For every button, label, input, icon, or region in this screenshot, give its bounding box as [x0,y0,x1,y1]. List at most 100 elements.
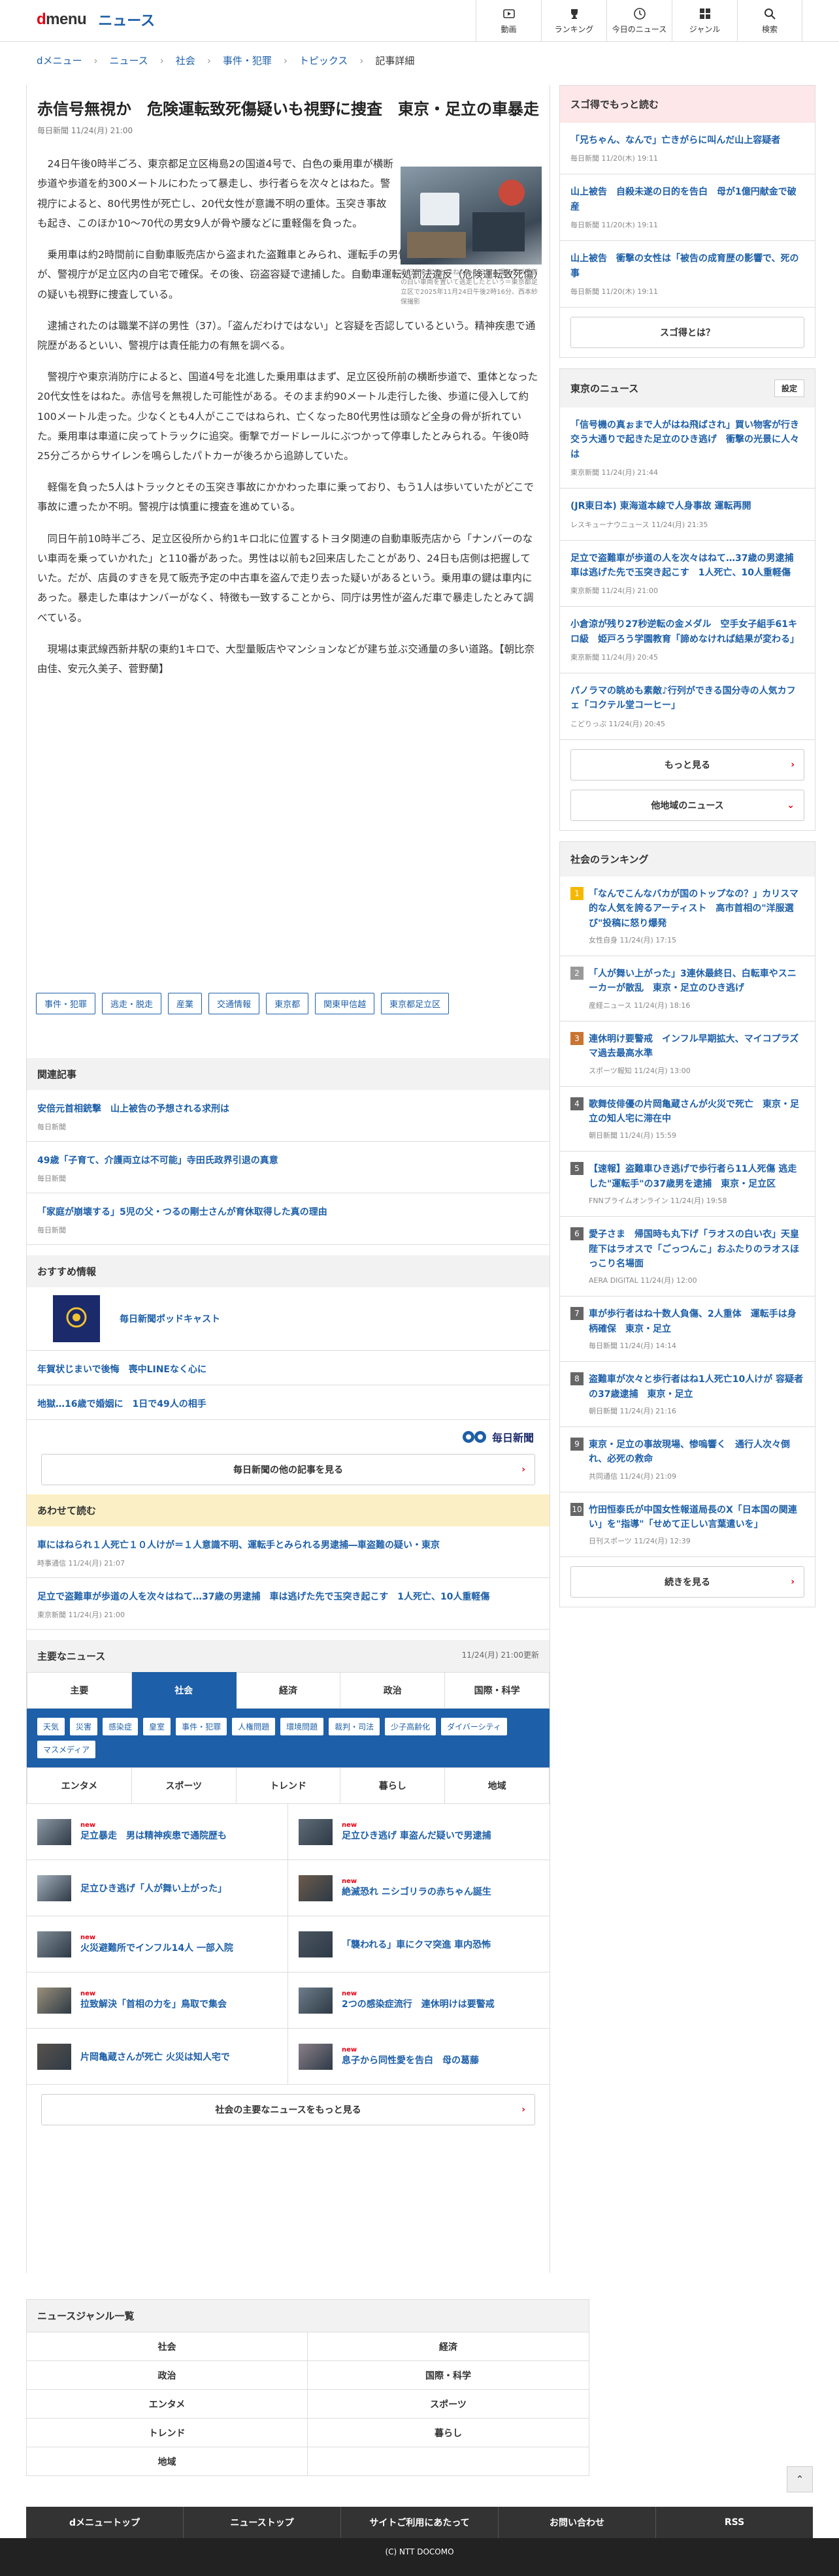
ranking-title[interactable]: 竹田恒泰氏が中国女性報道局長のX「日本国の関連い」を"指導"「せめて正しい言葉遣… [589,1505,797,1530]
nav-genre[interactable]: ジャンル [672,0,737,42]
ranking-title[interactable]: 愛子さま 帰国時も丸下げ「ラオスの白い衣」天皇陛下はラオスで「ごっつんこ」おふた… [589,1229,799,1269]
tag[interactable]: 東京都足立区 [381,993,450,1014]
more-society-button[interactable]: 社会の主要なニュースをもっと見る › [41,2094,535,2125]
tokyo-item[interactable]: (JR東日本) 東海道本線で人身事故 運転再開 レスキューナウニュース 11/24… [560,489,815,541]
news-title[interactable]: 2つの感染症流行 連休明けは要警戒 [342,1999,495,2010]
tab-life[interactable]: 暮らし [340,1767,446,1804]
tab-trend[interactable]: トレンド [236,1767,341,1804]
crumb-news[interactable]: ニュース [110,54,148,67]
footer-dmenu-top[interactable]: dメニュートップ [26,2507,184,2538]
chip[interactable]: 皇室 [143,1718,171,1735]
ranking-item[interactable]: 5 【速報】盗難車ひき逃げで歩行者ら11人死傷 逃走した"運転手"の37歳男を逮捕… [560,1151,815,1217]
genre-life[interactable]: 暮らし [308,2418,589,2447]
nav-today[interactable]: 今日のニュース [606,0,672,42]
ranking-title[interactable]: 東京・足立の事故現場、惨嗚響く 通行人次々倒れ、必死の救命 [589,1440,790,1464]
footer-news-top[interactable]: ニューストップ [184,2507,341,2538]
also-item[interactable]: 車にはねられ１人死亡１０人けが＝１人意識不明、運転手とみられる男逮捕―車盗難の疑… [27,1526,550,1578]
news-title[interactable]: 絶滅恐れ ニシゴリラの赤ちゃん誕生 [342,1887,491,1897]
ranking-title[interactable]: 歌舞伎俳優の片岡亀蔵さんが火災で死亡 東京・足立の知人宅に滞在中 [589,1099,799,1124]
tab-entertainment[interactable]: エンタメ [27,1767,132,1804]
ranking-title[interactable]: 「なんでこんなバカが国のトップなの？」カリスマ的な人気を誇るアーティスト 高市首… [589,889,798,929]
genre-society[interactable]: 社会 [27,2332,308,2360]
back-to-top-button[interactable]: ⌃ [787,2466,813,2492]
nav-ranking[interactable]: ランキング [541,0,606,42]
ranking-item[interactable]: 9 東京・足立の事故現場、惨嗚響く 通行人次々倒れ、必死の救命 共同通信 11/24… [560,1427,815,1492]
chip[interactable]: 感染症 [103,1718,139,1735]
genre-world[interactable]: 国際・科学 [308,2360,589,2389]
tab-economy[interactable]: 経済 [236,1672,341,1709]
genre-sports[interactable]: スポーツ [308,2389,589,2418]
tab-major[interactable]: 主要 [27,1672,132,1709]
ranking-item[interactable]: 1 「なんでこんなバカが国のトップなの？」カリスマ的な人気を誇るアーティスト 高市… [560,877,815,957]
news-title[interactable]: 片岡亀蔵さんが死亡 火災は知人宅で [80,2052,230,2063]
genre-politics[interactable]: 政治 [27,2360,308,2389]
footer-contact[interactable]: お問い合わせ [499,2507,656,2538]
crumb-dmenu[interactable]: dメニュー [37,54,82,67]
ranking-item[interactable]: 10 竹田恒泰氏が中国女性報道局長のX「日本国の関連い」を"指導"「せめて正しい言… [560,1492,815,1558]
chip[interactable]: ダイバーシティ [441,1718,507,1735]
chip[interactable]: 事件・犯罪 [176,1718,227,1735]
tab-world[interactable]: 国際・科学 [445,1672,550,1709]
recommend-item[interactable]: 地獄…16歳で婚姻に 1日で49人の相手 [27,1385,550,1420]
crumb-society[interactable]: 社会 [176,54,195,67]
tokyo-item[interactable]: パノラマの眺めも素敵♪行列ができる国分寺の人気カフェ「コクテル堂コーヒー」 こどり… [560,673,815,740]
footer-rss[interactable]: RSS [656,2507,813,2538]
tag[interactable]: 関東甲信越 [315,993,375,1014]
chip[interactable]: 災害 [70,1718,98,1735]
tab-society[interactable]: 社会 [131,1672,237,1709]
tokyo-item[interactable]: 「信号機の真ぉまで人がはね飛ばされ」買い物客が行き交う大通りで起きた足立のひき逃… [560,408,815,489]
footer-terms[interactable]: サイトご利用にあたって [341,2507,499,2538]
sugotoku-item[interactable]: 山上被告 衝撃の女性は「被告の成育歴の影響で、死の事 毎日新聞 11/20(木) … [560,241,815,308]
crumb-crime[interactable]: 事件・犯罪 [223,54,272,67]
ranking-title[interactable]: 連休明け要警戒 インフル早期拡大、マイコプラズマ過去最高水準 [589,1034,798,1059]
ranking-more-button[interactable]: 続きを見る › [570,1566,804,1598]
more-mainichi-button[interactable]: 毎日新聞の他の記事を見る › [41,1454,535,1485]
sugotoku-about-button[interactable]: スゴ得とは？ [570,316,804,348]
ranking-item[interactable]: 3 連休明け要警戒 インフル早期拡大、マイコプラズマ過去最高水準 スポーツ報知 11… [560,1022,815,1087]
nav-search[interactable]: 検索 [737,0,802,42]
news-title[interactable]: 足立暴走 男は精神疾患で通院歴も [80,1831,227,1841]
news-item[interactable]: new 足立ひき逃げ 車盗んだ疑いで男逮捕 [288,1804,550,1860]
chip[interactable]: 環境問題 [280,1718,324,1735]
ranking-item[interactable]: 6 愛子さま 帰国時も丸下げ「ラオスの白い衣」天皇陛下はラオスで「ごっつんこ」おふ… [560,1217,815,1297]
tokyo-item[interactable]: 小倉涼が残り27秒逆転の金メダル 空手女子組手61キロ級 姫戸ろう学園教育「諦め… [560,607,815,674]
tab-politics[interactable]: 政治 [340,1672,446,1709]
ranking-title[interactable]: 「人が舞い上がった」3連休最終日、白転車やスニーカーが散乱 東京・足立のひき逃げ [589,969,797,993]
recommend-item[interactable]: 年賀状じまいで後悔 喪中LINEなく心に [27,1351,550,1385]
genre-trend[interactable]: トレンド [27,2418,308,2447]
news-item[interactable]: 「襲われる」車にクマ突進 車内恐怖 [288,1916,550,1972]
podcast-item[interactable]: 毎日新聞ポッドキャスト [27,1287,550,1351]
tag[interactable]: 東京都 [266,993,309,1014]
tokyo-item[interactable]: 足立で盗難車が歩道の人を次々はねて…37歳の男逮捕 車は逃げた先で玉突き起こす … [560,541,815,607]
related-item[interactable]: 安倍元首相銃撃 山上被告の予想される求刑は 毎日新聞 [27,1090,550,1142]
ranking-item[interactable]: 2 「人が舞い上がった」3連休最終日、白転車やスニーカーが散乱 東京・足立のひき逃… [560,956,815,1022]
sugotoku-item[interactable]: 山上被告 自殺未遂の日的を告白 母が1億円献金で破産 毎日新聞 11/20(木) … [560,174,815,242]
crumb-topics[interactable]: トピックス [299,54,348,67]
news-title[interactable]: 火災避難所でインフル14人 一部入院 [80,1943,233,1954]
sugotoku-item[interactable]: 「兄ちゃん、なんで」亡きがらに叫んだ山上容疑者 毎日新聞 11/20(木) 19:… [560,123,815,175]
tab-region[interactable]: 地域 [445,1767,550,1804]
ranking-title[interactable]: 【速報】盗難車ひき逃げで歩行者ら11人死傷 逃走した"運転手"の37歳男を逮捕 … [589,1164,797,1189]
nav-video[interactable]: 動画 [476,0,541,42]
news-item[interactable]: 片岡亀蔵さんが死亡 火災は知人宅で [27,2029,288,2085]
site-name[interactable]: ニュース [98,9,155,30]
chip[interactable]: 天気 [37,1718,65,1735]
news-title[interactable]: 「襲われる」車にクマ突進 車内恐怖 [342,1940,491,1950]
tag[interactable]: 産業 [168,993,203,1014]
tokyo-more-button[interactable]: もっと見る › [570,749,804,781]
tag[interactable]: 事件・犯罪 [36,993,96,1014]
ranking-item[interactable]: 4 歌舞伎俳優の片岡亀蔵さんが火災で死亡 東京・足立の知人宅に滞在中 朝日新聞 11… [560,1087,815,1152]
chip[interactable]: 人権問題 [232,1718,276,1735]
related-item[interactable]: 49歳「子育て、介護両立は不可能」寺田氏政界引退の真意 毎日新聞 [27,1142,550,1193]
ranking-item[interactable]: 8 盗難車が次々と歩行者はね1人死亡10人けが 容疑者の37歳逮捕 東京・足立 朝日… [560,1362,815,1427]
news-item[interactable]: 足立ひき逃げ「人が舞い上がった」 [27,1860,288,1916]
dmenu-logo[interactable]: dmenu [37,10,87,29]
news-item[interactable]: new 拉致解決「首相の力を」鳥取で集会 [27,1972,288,2029]
ranking-title[interactable]: 車が歩行者はね十数人負傷、2人重体 運転手は身柄確保 東京・足立 [589,1309,797,1334]
news-item[interactable]: new 足立暴走 男は精神疾患で通院歴も [27,1804,288,1860]
article-photo[interactable] [401,167,542,265]
news-title[interactable]: 足立ひき逃げ 車盗んだ疑いで男逮捕 [342,1831,491,1841]
chip[interactable]: 裁判・司法 [329,1718,380,1735]
news-title[interactable]: 息子から同性愛を告白 母の葛藤 [342,2055,479,2066]
news-title[interactable]: 足立ひき逃げ「人が舞い上がった」 [80,1884,227,1894]
